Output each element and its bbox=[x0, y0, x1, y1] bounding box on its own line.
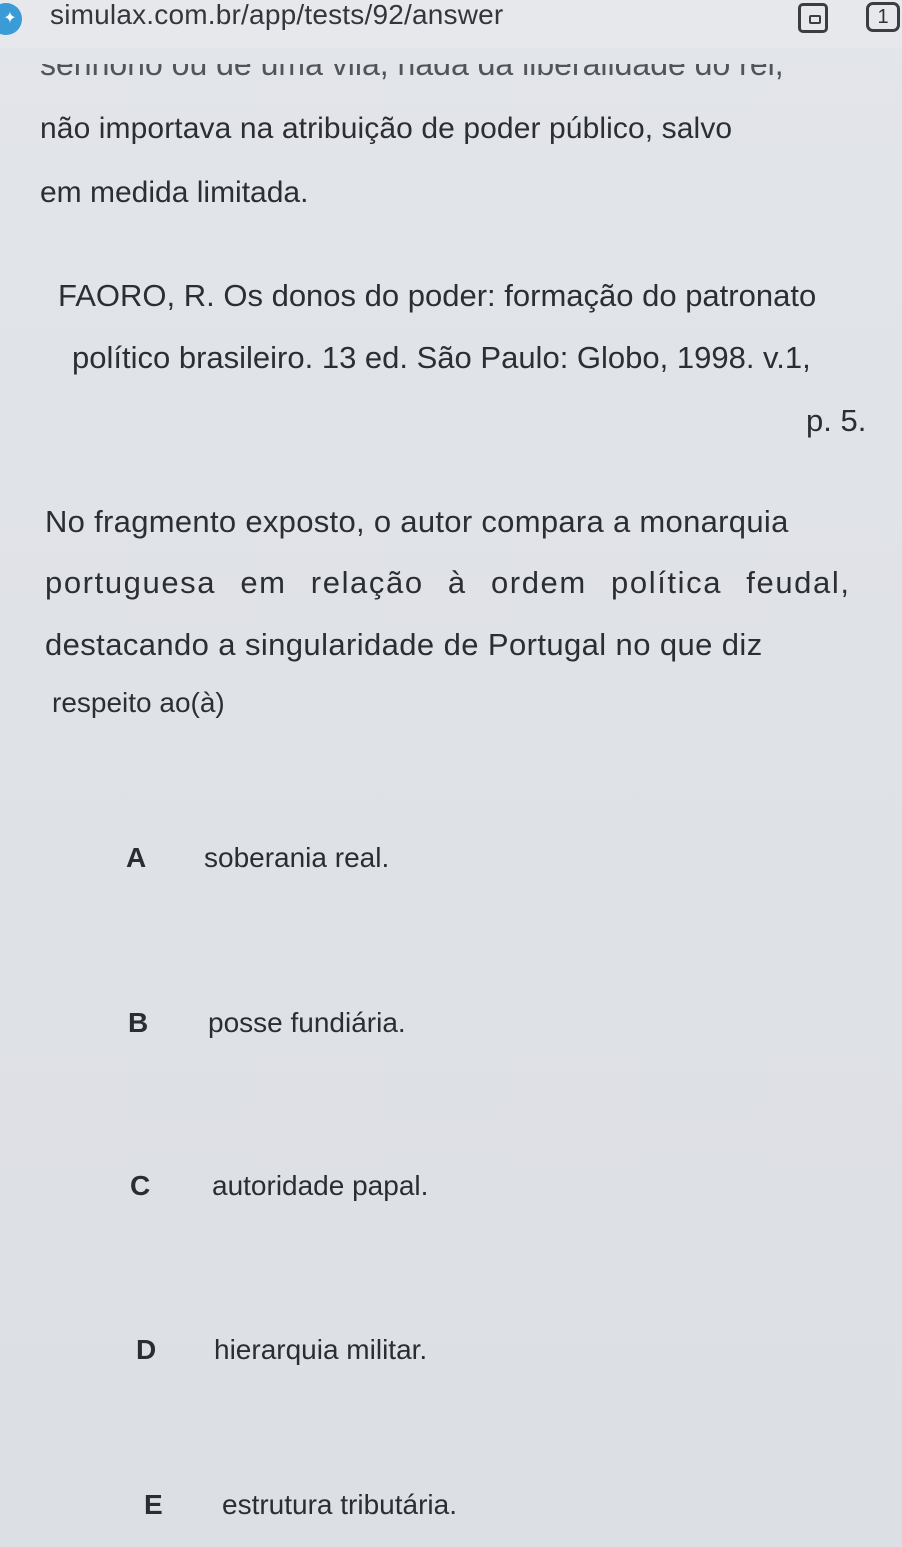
cut-off-text-line: senhorio ou de uma vila, nada da liberal… bbox=[40, 64, 784, 82]
site-favicon-icon[interactable]: ✦ bbox=[0, 3, 22, 35]
browser-address-bar: ✦ simulax.com.br/app/tests/92/answer 1 bbox=[0, 0, 902, 48]
option-text: posse fundiária. bbox=[208, 1007, 406, 1038]
option-letter: D bbox=[136, 1334, 157, 1365]
tabs-icon[interactable] bbox=[798, 3, 828, 33]
option-letter: A bbox=[126, 842, 147, 873]
url-text[interactable]: simulax.com.br/app/tests/92/answer bbox=[50, 0, 503, 30]
option-text: estrutura tributária. bbox=[222, 1489, 457, 1520]
answer-option-b[interactable]: B posse fundiária. bbox=[128, 1007, 406, 1039]
excerpt-line: não importava na atribuição de poder púb… bbox=[40, 112, 733, 145]
answer-option-c[interactable]: C autoridade papal. bbox=[130, 1170, 428, 1202]
question-line: respeito ao(à) bbox=[52, 687, 225, 718]
tab-count-button[interactable]: 1 bbox=[866, 2, 900, 32]
answer-option-d[interactable]: D hierarquia militar. bbox=[136, 1334, 427, 1366]
question-line: destacando a singularidade de Portugal n… bbox=[45, 627, 763, 662]
option-text: hierarquia militar. bbox=[214, 1334, 428, 1365]
option-letter: B bbox=[128, 1007, 149, 1038]
question-line: No fragmento exposto, o autor compara a … bbox=[45, 504, 789, 539]
citation-line: político brasileiro. 13 ed. São Paulo: G… bbox=[72, 340, 811, 375]
citation-line: FAORO, R. Os donos do poder: formação do… bbox=[58, 278, 817, 313]
answer-option-a[interactable]: A soberania real. bbox=[126, 842, 389, 874]
citation-line: p. 5. bbox=[806, 403, 867, 438]
question-line: portuguesa em relação à ordem política f… bbox=[45, 565, 851, 600]
option-text: soberania real. bbox=[204, 842, 390, 873]
option-text: autoridade papal. bbox=[212, 1170, 429, 1201]
option-letter: E bbox=[144, 1489, 163, 1520]
answer-option-e[interactable]: E estrutura tributária. bbox=[144, 1489, 457, 1521]
option-letter: C bbox=[130, 1170, 151, 1201]
excerpt-line: em medida limitada. bbox=[40, 176, 309, 209]
